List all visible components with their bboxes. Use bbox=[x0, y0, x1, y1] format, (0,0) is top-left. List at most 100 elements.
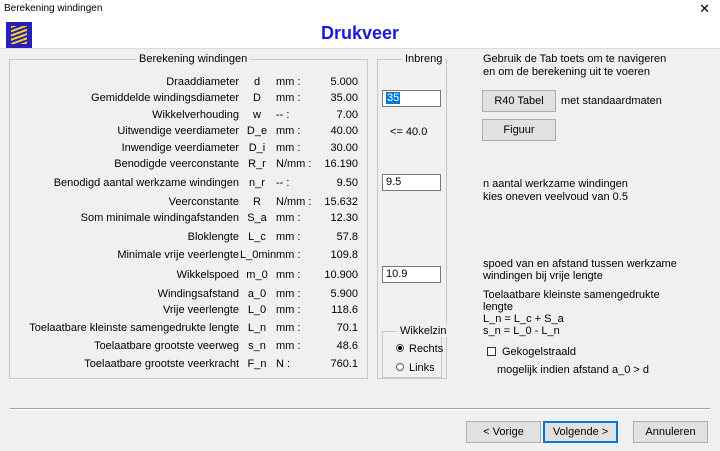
calc-row-symbol: R bbox=[253, 196, 261, 208]
length-note-4: s_n = L_0 - L_n bbox=[483, 325, 560, 337]
calc-row-unit: N : bbox=[276, 358, 291, 370]
calc-row-label: Veerconstante bbox=[168, 196, 239, 208]
windings-note-2: kies oneven veelvoud van 0.5 bbox=[483, 191, 628, 203]
calc-row-symbol: L_0min bbox=[240, 249, 277, 261]
calc-row-unit: mm : bbox=[276, 340, 301, 352]
r40-note: met standaardmaten bbox=[561, 95, 662, 107]
windings-input-value: 9.5 bbox=[386, 176, 402, 188]
calc-row-value: 35.00 bbox=[330, 92, 358, 104]
figure-button[interactable]: Figuur bbox=[482, 119, 556, 141]
calc-row-value: 40.00 bbox=[330, 125, 358, 137]
calc-row-unit: mm : bbox=[276, 288, 301, 300]
next-button[interactable]: Volgende > bbox=[543, 421, 618, 443]
calc-row-symbol: m_0 bbox=[246, 269, 268, 281]
calc-row-unit: mm : bbox=[276, 92, 301, 104]
calc-row-value: 109.8 bbox=[330, 249, 358, 261]
calc-row-symbol: R_r bbox=[248, 158, 266, 170]
calc-row-value: 57.8 bbox=[336, 231, 358, 243]
calc-row-value: 118.6 bbox=[331, 304, 358, 316]
calc-row-value: 70.1 bbox=[336, 322, 358, 334]
calc-row-value: 7.00 bbox=[336, 109, 358, 121]
calc-row-symbol: D_i bbox=[248, 142, 266, 154]
calc-row-label: Inwendige veerdiameter bbox=[121, 142, 239, 154]
calc-row-value: 30.00 bbox=[330, 142, 358, 154]
direction-label-rechts: Rechts bbox=[409, 343, 444, 355]
length-note-3: L_n = L_c + S_a bbox=[483, 313, 564, 325]
direction-label-links: Links bbox=[409, 362, 435, 374]
prev-button[interactable]: < Vorige bbox=[466, 421, 541, 443]
r40-table-button[interactable]: R40 Tabel bbox=[482, 90, 556, 112]
calc-row-label: Wikkelspoed bbox=[176, 269, 239, 281]
app-header: Drukveer bbox=[0, 18, 720, 49]
diameter-input-value: 35 bbox=[386, 92, 401, 104]
calc-row-label: Toelaatbare kleinste samengedrukte lengt… bbox=[29, 322, 239, 334]
calc-row-symbol: L_n bbox=[247, 322, 267, 334]
footer-separator bbox=[10, 408, 710, 410]
calc-row-symbol: n_r bbox=[249, 177, 265, 189]
window-title: Berekening windingen bbox=[4, 3, 103, 14]
close-icon[interactable]: ✕ bbox=[699, 1, 710, 17]
page-title: Drukveer bbox=[320, 23, 400, 43]
calc-row-value: 16.190 bbox=[324, 158, 358, 170]
ground-label: Gekogelstraald bbox=[502, 346, 576, 358]
pitch-note-1: spoed van en afstand tussen werkzame bbox=[483, 258, 677, 270]
calc-row-label: Benodigd aantal werkzame windingen bbox=[53, 177, 239, 189]
pitch-input[interactable]: 10.9 bbox=[382, 266, 441, 283]
calc-row-unit: mm : bbox=[276, 304, 301, 316]
input-group-legend: Inbreng bbox=[402, 53, 446, 65]
direction-group-legend: Wikkelzin bbox=[397, 325, 450, 337]
hint-line-1: Gebruik de Tab toets om te navigeren bbox=[483, 53, 667, 65]
calc-row-unit: mm : bbox=[276, 269, 301, 281]
calc-group-legend: Berekening windingen bbox=[136, 53, 251, 65]
direction-radio-rechts[interactable] bbox=[396, 344, 404, 352]
pitch-note-2: windingen bij vrije lengte bbox=[483, 270, 603, 282]
calc-row-label: Draaddiameter bbox=[166, 76, 239, 88]
calc-row-label: Minimale vrije veerlengte bbox=[117, 249, 239, 261]
diameter-input[interactable]: 35 bbox=[382, 90, 441, 107]
calc-row-value: 15.632 bbox=[324, 196, 358, 208]
calc-row-label: Benodigde veerconstante bbox=[114, 158, 239, 170]
calc-row-unit: mm : bbox=[276, 125, 301, 137]
calc-row-unit: mm : bbox=[276, 322, 301, 334]
title-bar: Berekening windingen ✕ bbox=[0, 0, 720, 18]
direction-radio-links[interactable] bbox=[396, 363, 404, 371]
calc-row-unit: mm : bbox=[276, 212, 301, 224]
calc-row-label: Toelaatbare grootste veerkracht bbox=[84, 358, 239, 370]
calc-row-symbol: w bbox=[253, 109, 261, 121]
calc-row-symbol: S_a bbox=[247, 212, 267, 224]
calc-row-symbol: F_n bbox=[247, 358, 267, 370]
pitch-input-value: 10.9 bbox=[386, 268, 408, 280]
calc-row-unit: mm : bbox=[276, 231, 301, 243]
cancel-button[interactable]: Annuleren bbox=[633, 421, 708, 443]
calc-row-symbol: D_e bbox=[246, 125, 268, 137]
calc-row-label: Wikkelverhouding bbox=[152, 109, 239, 121]
calc-row-value: 10.900 bbox=[324, 269, 358, 281]
calc-row-unit: N/mm : bbox=[276, 196, 312, 208]
calc-row-unit: -- : bbox=[276, 109, 290, 121]
calc-row-value: 12.30 bbox=[330, 212, 358, 224]
calc-row-value: 5.900 bbox=[330, 288, 358, 300]
ground-note: mogelijk indien afstand a_0 > d bbox=[497, 364, 649, 376]
calc-row-value: 5.000 bbox=[330, 76, 358, 88]
length-note-2: lengte bbox=[483, 301, 513, 313]
length-note-1: Toelaatbare kleinste samengedrukte bbox=[483, 289, 660, 301]
calc-row-label: Toelaatbare grootste veerweg bbox=[94, 340, 239, 352]
calc-row-symbol: L_0 bbox=[247, 304, 267, 316]
calc-row-unit: N/mm : bbox=[276, 158, 312, 170]
hint-line-2: en om de berekening uit te voeren bbox=[483, 66, 650, 78]
max-diameter-note: <= 40.0 bbox=[390, 126, 428, 138]
calc-row-symbol: d bbox=[253, 76, 261, 88]
calc-row-value: 760.1 bbox=[330, 358, 358, 370]
calc-row-unit: mm : bbox=[276, 142, 301, 154]
calc-row-unit: mm : bbox=[276, 76, 301, 88]
windings-note-1: n aantal werkzame windingen bbox=[483, 178, 628, 190]
calc-row-label: Bloklengte bbox=[187, 231, 239, 243]
calc-row-label: Windingsafstand bbox=[157, 288, 239, 300]
calc-row-unit: -- : bbox=[276, 177, 290, 189]
windings-input[interactable]: 9.5 bbox=[382, 174, 441, 191]
calc-row-unit: mm : bbox=[276, 249, 301, 261]
calc-row-label: Gemiddelde windingsdiameter bbox=[91, 92, 239, 104]
calc-row-symbol: s_n bbox=[248, 340, 266, 352]
calc-row-symbol: a_0 bbox=[247, 288, 267, 300]
ground-checkbox[interactable] bbox=[487, 347, 496, 356]
